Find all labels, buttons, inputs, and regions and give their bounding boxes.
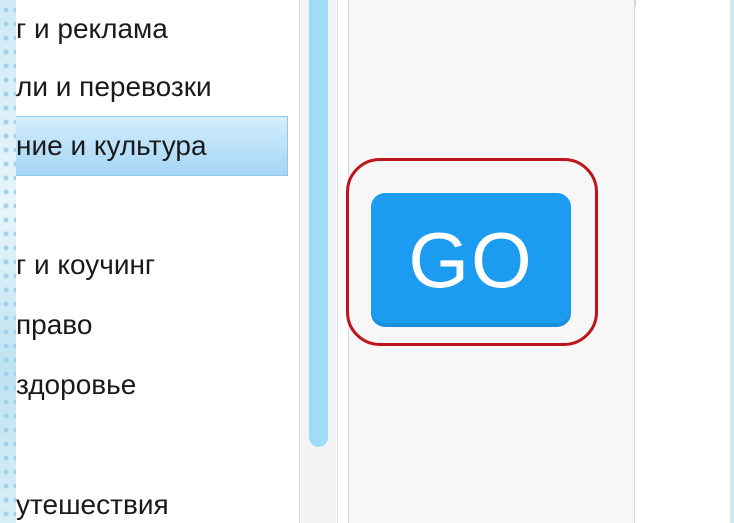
category-item-health[interactable]: здоровье <box>16 356 288 414</box>
category-item-label: здоровье <box>16 369 137 400</box>
scrollbar-thumb[interactable] <box>309 0 328 447</box>
category-item-travel[interactable]: утешествия <box>16 476 288 523</box>
background-decoration-left <box>0 0 16 523</box>
category-item-label: ние и культура <box>16 130 207 161</box>
category-item-label: г и реклама <box>16 13 168 44</box>
right-area <box>636 0 730 523</box>
app-window: г и реклама ли и перевозки ние и культур… <box>0 0 734 523</box>
category-item-advertising[interactable]: г и реклама <box>16 0 288 58</box>
go-button[interactable]: GO <box>371 193 571 327</box>
category-item-law[interactable]: право <box>16 296 288 354</box>
category-item-transport[interactable]: ли и перевозки <box>16 58 288 116</box>
category-item-coaching[interactable]: г и коучинг <box>16 236 288 294</box>
category-item-label: утешествия <box>16 489 169 520</box>
category-item-label: г и коучинг <box>16 249 156 280</box>
category-item-empty[interactable] <box>16 416 288 474</box>
category-item-label: ли и перевозки <box>16 71 212 102</box>
category-item-culture[interactable]: ние и культура <box>16 116 288 176</box>
category-list: г и реклама ли и перевозки ние и культур… <box>16 0 300 523</box>
background-decoration-right <box>730 0 734 523</box>
panel-divider <box>634 0 635 523</box>
category-item-label: право <box>16 309 93 340</box>
panel-divider <box>337 0 338 523</box>
category-item-empty[interactable] <box>16 176 288 234</box>
